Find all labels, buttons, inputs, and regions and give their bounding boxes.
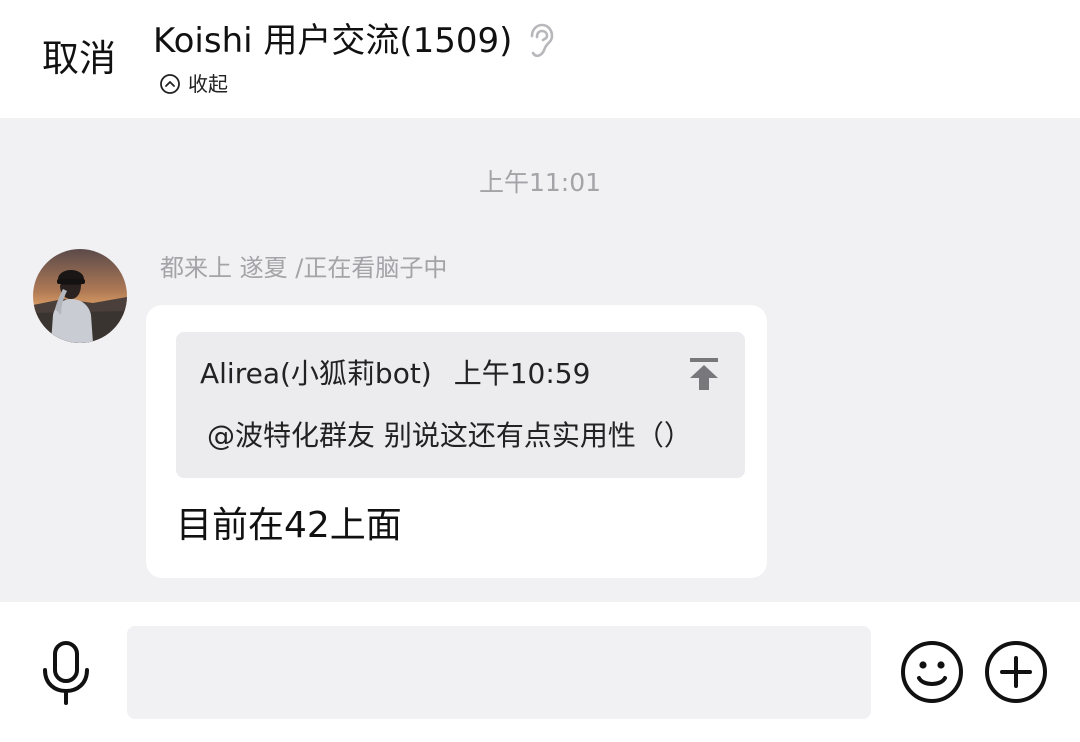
- collapse-toggle[interactable]: 收起: [159, 70, 228, 98]
- quote-author: Alirea(小狐莉bot): [200, 357, 432, 390]
- title-row: Koishi 用户交流(1509): [153, 18, 556, 64]
- quote-header: Alirea(小狐莉bot) 上午10:59: [200, 354, 590, 394]
- quote-time: 上午10:59: [453, 357, 591, 390]
- message-text: 目前在42上面: [176, 505, 402, 546]
- quote-text: @波特化群友 别说这还有点实用性（）: [207, 419, 692, 452]
- message-bubble[interactable]: Alirea(小狐莉bot) 上午10:59 @波特化群友 别说这还有点实用性（）…: [146, 305, 767, 578]
- cancel-button[interactable]: 取消: [42, 36, 116, 82]
- message-input[interactable]: [127, 626, 871, 719]
- chat-header: 取消 Koishi 用户交流(1509) 收起: [0, 0, 1080, 118]
- ear-icon[interactable]: [526, 22, 556, 60]
- microphone-icon[interactable]: [38, 640, 94, 706]
- quoted-reply[interactable]: Alirea(小狐莉bot) 上午10:59 @波特化群友 别说这还有点实用性（）: [176, 332, 745, 478]
- plus-circle-icon[interactable]: [984, 640, 1048, 704]
- input-bar: [0, 602, 1080, 742]
- user-avatar[interactable]: [33, 249, 127, 343]
- group-title: Koishi 用户交流(1509): [153, 21, 513, 61]
- collapse-label: 收起: [188, 72, 228, 96]
- sender-name[interactable]: 都来上 遂夏 /正在看脑子中: [160, 250, 447, 286]
- chevron-up-circle-icon: [159, 73, 181, 95]
- jump-to-top-icon[interactable]: [687, 356, 721, 392]
- emoji-icon[interactable]: [900, 640, 964, 704]
- chat-timestamp: 上午11:01: [478, 168, 602, 197]
